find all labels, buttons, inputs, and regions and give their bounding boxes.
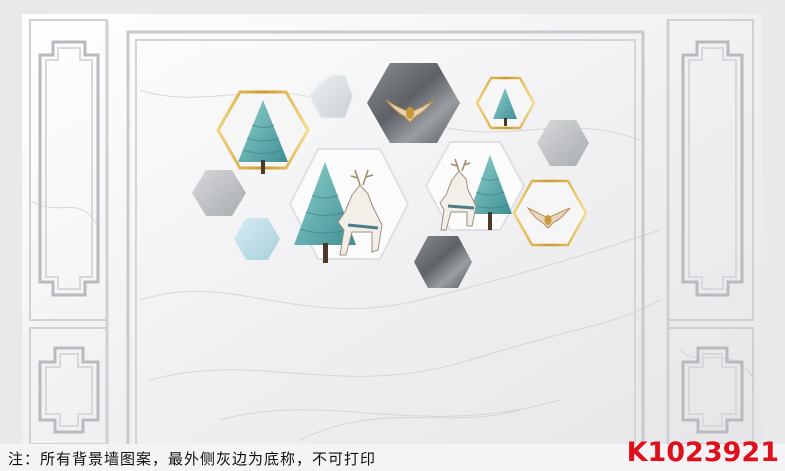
mural-artwork: [0, 0, 785, 471]
product-code: K1023921: [626, 437, 779, 468]
wallpaper-preview: 注：所有背景墙图案，最外侧灰边为底称，不可打印 K1023921: [0, 0, 785, 471]
print-note: 注：所有背景墙图案，最外侧灰边为底称，不可打印: [8, 450, 377, 468]
